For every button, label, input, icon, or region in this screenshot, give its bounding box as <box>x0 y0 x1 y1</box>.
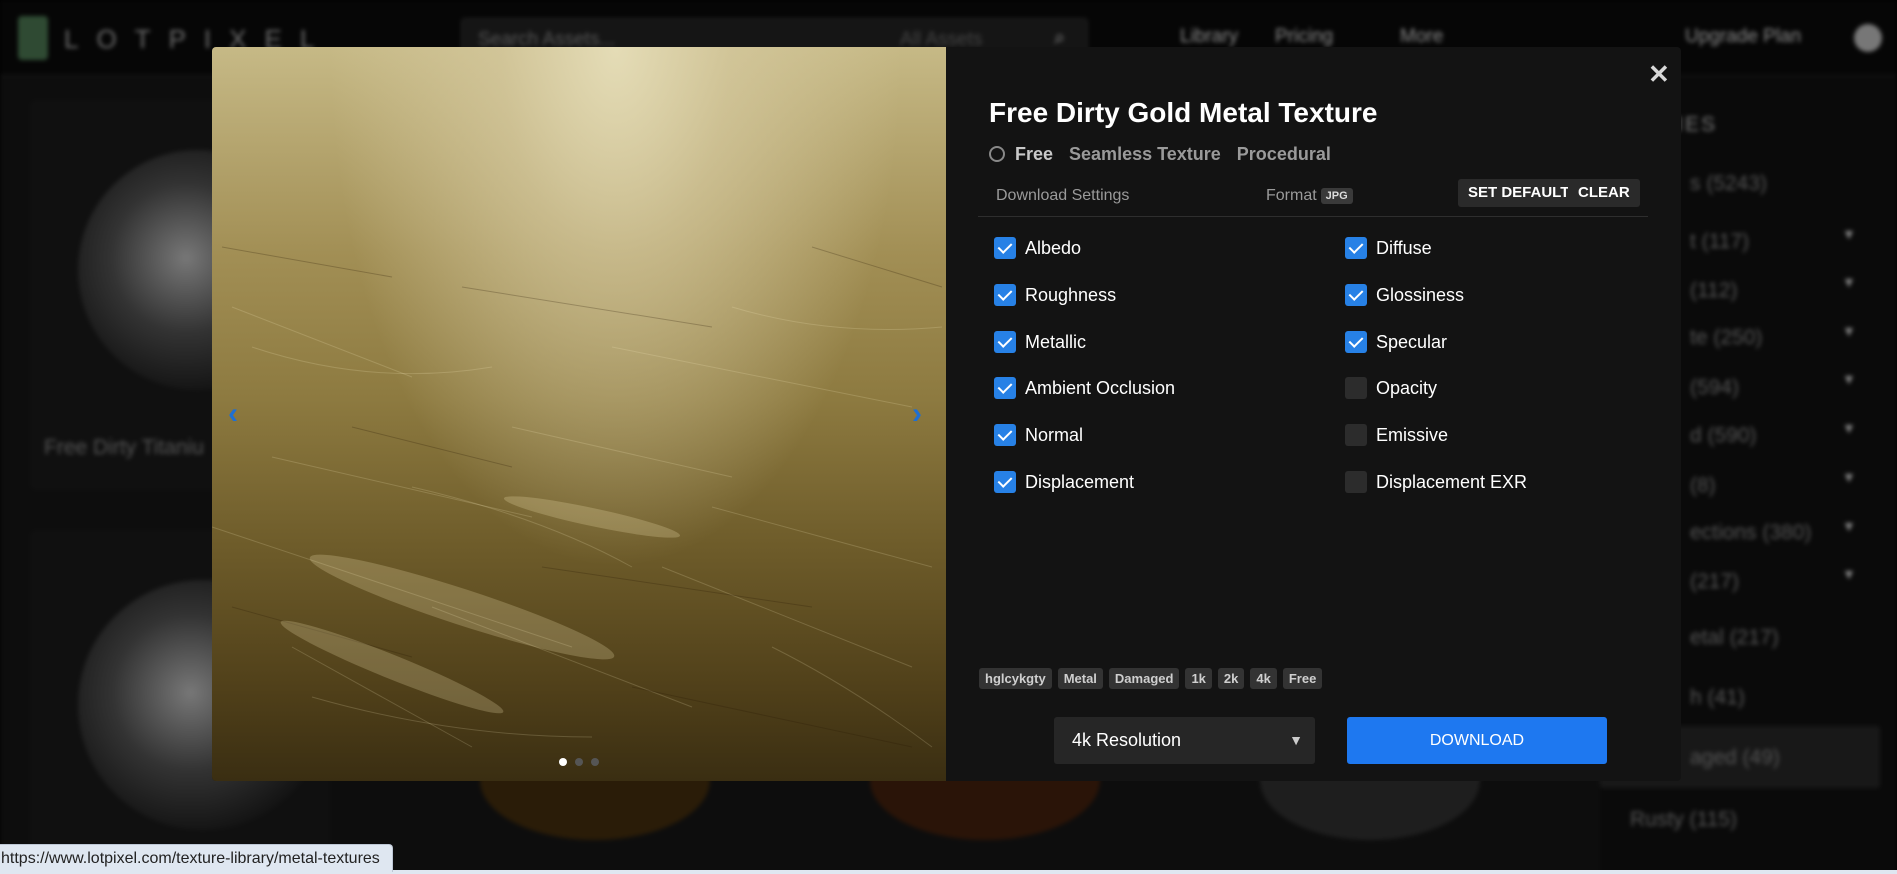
close-icon[interactable]: ✕ <box>1648 59 1670 90</box>
texture-title: Free Dirty Gold Metal Texture <box>989 97 1378 128</box>
texture-preview-image: ‹ › <box>212 47 946 781</box>
tag[interactable]: 2k <box>1217 668 1245 689</box>
status-url-bar: https://www.lotpixel.com/texture-library… <box>0 844 393 872</box>
chevron-down-icon[interactable]: ▼ <box>1842 274 1856 290</box>
chevron-down-icon[interactable]: ▼ <box>1842 323 1856 339</box>
tag-list: hglcykgty Metal Damaged 1k 2k 4k Free <box>979 668 1328 689</box>
chevron-down-icon[interactable]: ▼ <box>1842 420 1856 436</box>
resolution-select[interactable]: 4k Resolution ▼ <box>1054 717 1315 764</box>
sidebar-item[interactable]: h (41) <box>1690 686 1745 710</box>
map-displacement[interactable]: Displacement <box>994 471 1134 497</box>
upgrade-plan-link[interactable]: Upgrade Plan <box>1685 26 1801 48</box>
checkbox-icon[interactable] <box>1345 377 1367 400</box>
prev-image-arrow[interactable]: ‹ <box>228 397 238 431</box>
carousel-dots <box>212 753 946 771</box>
format-badge[interactable]: JPG <box>1320 188 1353 204</box>
checkbox-icon[interactable] <box>1345 284 1367 307</box>
sidebar-item[interactable]: (217) <box>1690 570 1739 594</box>
chevron-down-icon[interactable]: ▼ <box>1842 518 1856 534</box>
download-settings-label: Download Settings <box>996 187 1130 204</box>
asset-card-title: Free Dirty Titaniu <box>44 436 204 459</box>
user-avatar-icon[interactable] <box>1854 24 1882 52</box>
checkbox-icon[interactable] <box>994 377 1016 400</box>
format-label: Format JPG <box>1266 187 1353 205</box>
map-specular[interactable]: Specular <box>1345 331 1447 357</box>
download-button[interactable]: DOWNLOAD <box>1347 717 1607 764</box>
carousel-dot[interactable] <box>559 758 567 766</box>
sidebar-item[interactable]: aged (49) <box>1690 746 1780 770</box>
sidebar-item[interactable]: t (117) <box>1690 230 1749 254</box>
map-normal[interactable]: Normal <box>994 424 1083 450</box>
map-displacement-exr[interactable]: Displacement EXR <box>1345 471 1527 497</box>
sidebar-item[interactable]: d (590) <box>1690 424 1757 448</box>
map-metallic[interactable]: Metallic <box>994 331 1086 357</box>
checkbox-icon[interactable] <box>1345 424 1367 447</box>
nav-library[interactable]: Library <box>1180 26 1238 48</box>
tag[interactable]: 1k <box>1185 668 1212 689</box>
meta-procedural: Procedural <box>1236 144 1331 164</box>
sidebar-item[interactable]: (594) <box>1690 376 1739 400</box>
tag[interactable]: Metal <box>1057 668 1103 689</box>
texture-modal: ‹ › ✕ Free Dirty Gold Metal Texture Free… <box>212 47 1681 781</box>
nav-pricing[interactable]: Pricing <box>1275 26 1333 48</box>
tag[interactable]: Damaged <box>1108 668 1180 689</box>
texture-scratches <box>212 246 943 748</box>
texture-meta: Free Seamless Texture Procedural <box>989 144 1331 165</box>
tag[interactable]: hglcykgty <box>979 668 1052 689</box>
map-glossiness[interactable]: Glossiness <box>1345 284 1464 310</box>
sidebar-item[interactable]: (112) <box>1690 279 1737 303</box>
map-ambient-occlusion[interactable]: Ambient Occlusion <box>994 377 1175 403</box>
map-roughness[interactable]: Roughness <box>994 284 1116 310</box>
sidebar-item[interactable]: ections (380) <box>1690 521 1811 545</box>
map-emissive[interactable]: Emissive <box>1345 424 1448 450</box>
chevron-down-icon[interactable]: ▼ <box>1842 226 1856 242</box>
map-opacity[interactable]: Opacity <box>1345 377 1437 403</box>
nav-more[interactable]: More <box>1400 26 1443 48</box>
sidebar-item[interactable]: (8) <box>1690 474 1716 498</box>
checkbox-icon[interactable] <box>994 284 1016 307</box>
chevron-down-icon[interactable]: ▼ <box>1842 566 1856 582</box>
tag[interactable]: Free <box>1282 668 1323 689</box>
meta-free: Free <box>1015 144 1054 164</box>
checkbox-icon[interactable] <box>994 424 1016 447</box>
map-albedo[interactable]: Albedo <box>994 237 1081 263</box>
checkbox-icon[interactable] <box>1345 331 1367 354</box>
download-settings-row: Download Settings Format JPG SET DEFAULT … <box>978 177 1648 217</box>
chevron-down-icon[interactable]: ▼ <box>1842 371 1856 387</box>
carousel-dot[interactable] <box>575 758 583 766</box>
chevron-down-icon[interactable]: ▼ <box>1842 469 1856 485</box>
sidebar-item[interactable]: te (250) <box>1690 326 1762 350</box>
chevron-down-icon: ▼ <box>1289 732 1303 748</box>
sidebar-item[interactable]: s (5243) <box>1690 172 1767 196</box>
tag[interactable]: 4k <box>1250 668 1277 689</box>
logo-icon <box>18 16 48 60</box>
checkbox-icon[interactable] <box>1345 471 1367 494</box>
sidebar-item[interactable]: Rusty (115) <box>1630 808 1737 832</box>
set-default-button[interactable]: SET DEFAULT <box>1458 179 1580 207</box>
meta-seamless: Seamless Texture <box>1069 144 1221 164</box>
checkbox-icon[interactable] <box>994 331 1016 354</box>
checkbox-icon[interactable] <box>994 237 1016 260</box>
clear-button[interactable]: CLEAR <box>1568 179 1640 207</box>
next-image-arrow[interactable]: › <box>912 397 922 431</box>
resolution-value: 4k Resolution <box>1072 730 1182 750</box>
checkbox-icon[interactable] <box>1345 237 1367 260</box>
carousel-dot[interactable] <box>591 758 599 766</box>
map-diffuse[interactable]: Diffuse <box>1345 237 1432 263</box>
sidebar-item[interactable]: etal (217) <box>1690 626 1779 650</box>
free-icon <box>989 146 1005 162</box>
checkbox-icon[interactable] <box>994 471 1016 494</box>
